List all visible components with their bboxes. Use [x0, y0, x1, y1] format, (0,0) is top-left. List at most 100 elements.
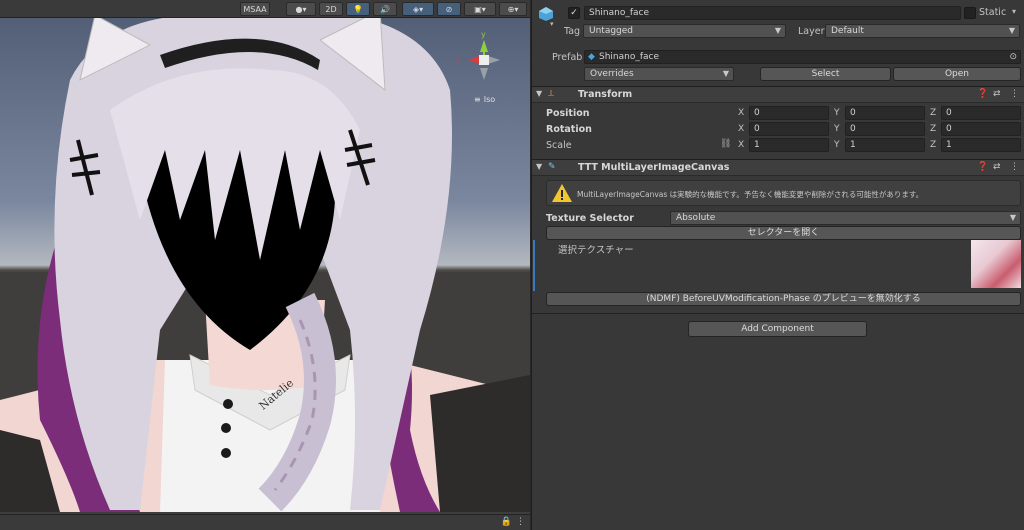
position-label: Position [546, 108, 590, 119]
rotation-label: Rotation [546, 124, 592, 135]
foldout-arrow-icon[interactable]: ▼ [536, 89, 542, 98]
scale-label: Scale [546, 140, 572, 151]
lighting-toggle[interactable]: 💡 [346, 2, 370, 16]
rotation-y-axis: Y [834, 124, 840, 134]
scale-z-axis: Z [930, 140, 937, 150]
scene-status-bar: 🔒 ⋮ [0, 514, 530, 530]
preset-sliders-icon[interactable]: ⇄ [993, 162, 1001, 172]
inspector-panel: ▾ ✓ Shinano_face Static ▾ Tag Untagged ▼… [531, 0, 1024, 530]
camera-dropdown[interactable]: ▣ ▾ [464, 2, 496, 16]
scale-x-field[interactable]: 1 [749, 138, 829, 152]
projection-label: Iso [483, 95, 496, 104]
static-checkbox[interactable] [964, 7, 976, 19]
rotation-z-axis: Z [930, 124, 937, 134]
component-divider [532, 313, 1024, 314]
ttt-script-icon: ✎ [548, 162, 556, 172]
ttt-component-header[interactable]: ▼ ✎ TTT MultiLayerImageCanvas ❓ ⇄ ⋮ [532, 159, 1024, 176]
audio-toggle[interactable]: 🔊 [373, 2, 397, 16]
camera-icon: ▣ [474, 4, 482, 14]
selection-indicator-bar [533, 240, 535, 291]
gizmo-globe-icon: ⊕ [507, 4, 515, 14]
selected-texture-label: 選択テクスチャー [558, 245, 634, 256]
object-name-field[interactable]: Shinano_face [584, 6, 961, 20]
selected-texture-area[interactable]: 選択テクスチャー [533, 240, 1024, 291]
preset-sliders-icon[interactable]: ⇄ [993, 89, 1001, 99]
kebab-menu-icon[interactable]: ⋮ [516, 517, 525, 527]
kebab-menu-icon[interactable]: ⋮ [1010, 89, 1019, 99]
gizmo-x-label: x [456, 55, 461, 64]
position-x-axis: X [738, 108, 745, 118]
scene-toolbar: MSAA ● ▾ 2D 💡 🔊 ◈ ▾ ⊘ ▣ ▾ ⊕ ▾ [0, 0, 530, 18]
lock-icon[interactable]: 🔒 [501, 517, 512, 527]
prefab-label: Prefab [552, 52, 583, 63]
shading-mode-dropdown[interactable]: ● ▾ [286, 2, 316, 16]
layer-label: Layer [798, 26, 825, 37]
msaa-toggle[interactable]: MSAA [240, 2, 270, 16]
open-selector-button[interactable]: セレクターを開く [546, 226, 1021, 240]
rotation-z-field[interactable]: 0 [941, 122, 1021, 136]
active-checkbox[interactable]: ✓ [568, 7, 580, 19]
prefab-value: Shinano_face [599, 52, 660, 62]
hidden-eye-icon: ⊘ [445, 4, 453, 14]
chevron-down-icon: ▼ [722, 69, 729, 78]
scale-z-field[interactable]: 1 [941, 138, 1021, 152]
scene-viewport-render [0, 9, 530, 530]
open-button[interactable]: Open [893, 67, 1021, 81]
disable-preview-button[interactable]: (NDMF) BeforeUVModification-Phase のプレビュー… [546, 292, 1021, 306]
static-dropdown-chevron-icon[interactable]: ▾ [1012, 7, 1016, 16]
transform-header[interactable]: ▼ ⟂ Transform ❓ ⇄ ⋮ [532, 86, 1024, 103]
overrides-label: Overrides [590, 69, 634, 79]
chevron-down-icon[interactable]: ▾ [550, 20, 554, 28]
kebab-menu-icon[interactable]: ⋮ [1010, 162, 1019, 172]
scale-y-field[interactable]: 1 [845, 138, 925, 152]
rotation-x-field[interactable]: 0 [749, 122, 829, 136]
chevron-down-icon: ▾ [481, 4, 486, 14]
tag-dropdown[interactable]: Untagged ▼ [583, 24, 786, 38]
static-label: Static [979, 7, 1007, 18]
texture-selector-value: Absolute [676, 213, 716, 223]
prefab-cube-icon: ◆ [588, 52, 595, 62]
texture-selector-dropdown[interactable]: Absolute ▼ [670, 211, 1021, 225]
chevron-down-icon: ▼ [1009, 213, 1016, 222]
experimental-warning-box: MultiLayerImageCanvas は実験的な機能です。予告なく機能変更… [546, 180, 1021, 206]
iso-lines-icon: ≡ [474, 95, 481, 104]
help-icon[interactable]: ❓ [977, 162, 988, 172]
rotation-x-axis: X [738, 124, 745, 134]
prefab-field[interactable]: ◆ Shinano_face ⊙ [584, 50, 1021, 64]
position-y-axis: Y [834, 108, 840, 118]
scene-visibility-toggle[interactable]: ⊘ [437, 2, 461, 16]
effects-dropdown[interactable]: ◈ ▾ [402, 2, 434, 16]
position-x-field[interactable]: 0 [749, 106, 829, 120]
scale-x-axis: X [738, 140, 745, 150]
position-z-axis: Z [930, 108, 937, 118]
gizmo-axes-icon [468, 40, 500, 80]
constrain-proportions-link-icon[interactable]: ⛓ [720, 139, 731, 149]
shading-sphere-icon: ● [295, 4, 303, 14]
overrides-dropdown[interactable]: Overrides ▼ [584, 67, 734, 81]
scale-y-axis: Y [834, 140, 840, 150]
mode-2d-toggle[interactable]: 2D [319, 2, 343, 16]
projection-toggle[interactable]: ≡ Iso [474, 95, 495, 104]
layer-dropdown[interactable]: Default ▼ [825, 24, 1020, 38]
texture-thumbnail[interactable] [971, 240, 1021, 288]
warning-icon [552, 184, 572, 202]
chevron-down-icon: ▾ [302, 4, 307, 14]
chevron-down-icon: ▾ [514, 4, 519, 14]
position-z-field[interactable]: 0 [941, 106, 1021, 120]
tag-value: Untagged [589, 26, 634, 36]
scene-view[interactable]: Natelie MSAA ● ▾ 2D 💡 🔊 ◈ ▾ ⊘ ▣ ▾ ⊕ ▾ y … [0, 0, 530, 530]
chevron-down-icon: ▾ [419, 4, 424, 14]
warning-text: MultiLayerImageCanvas は実験的な機能です。予告なく機能変更… [577, 190, 924, 199]
chevron-down-icon: ▼ [1008, 26, 1015, 35]
help-icon[interactable]: ❓ [977, 89, 988, 99]
add-component-button[interactable]: Add Component [688, 321, 867, 337]
transform-axes-icon: ⟂ [548, 89, 555, 99]
gizmos-dropdown[interactable]: ⊕ ▾ [499, 2, 527, 16]
orientation-gizmo[interactable]: y x [456, 30, 512, 90]
ttt-title: TTT MultiLayerImageCanvas [578, 162, 730, 173]
select-button[interactable]: Select [760, 67, 891, 81]
position-y-field[interactable]: 0 [845, 106, 925, 120]
foldout-arrow-icon[interactable]: ▼ [536, 162, 542, 171]
object-picker-icon[interactable]: ⊙ [1009, 51, 1017, 63]
rotation-y-field[interactable]: 0 [845, 122, 925, 136]
